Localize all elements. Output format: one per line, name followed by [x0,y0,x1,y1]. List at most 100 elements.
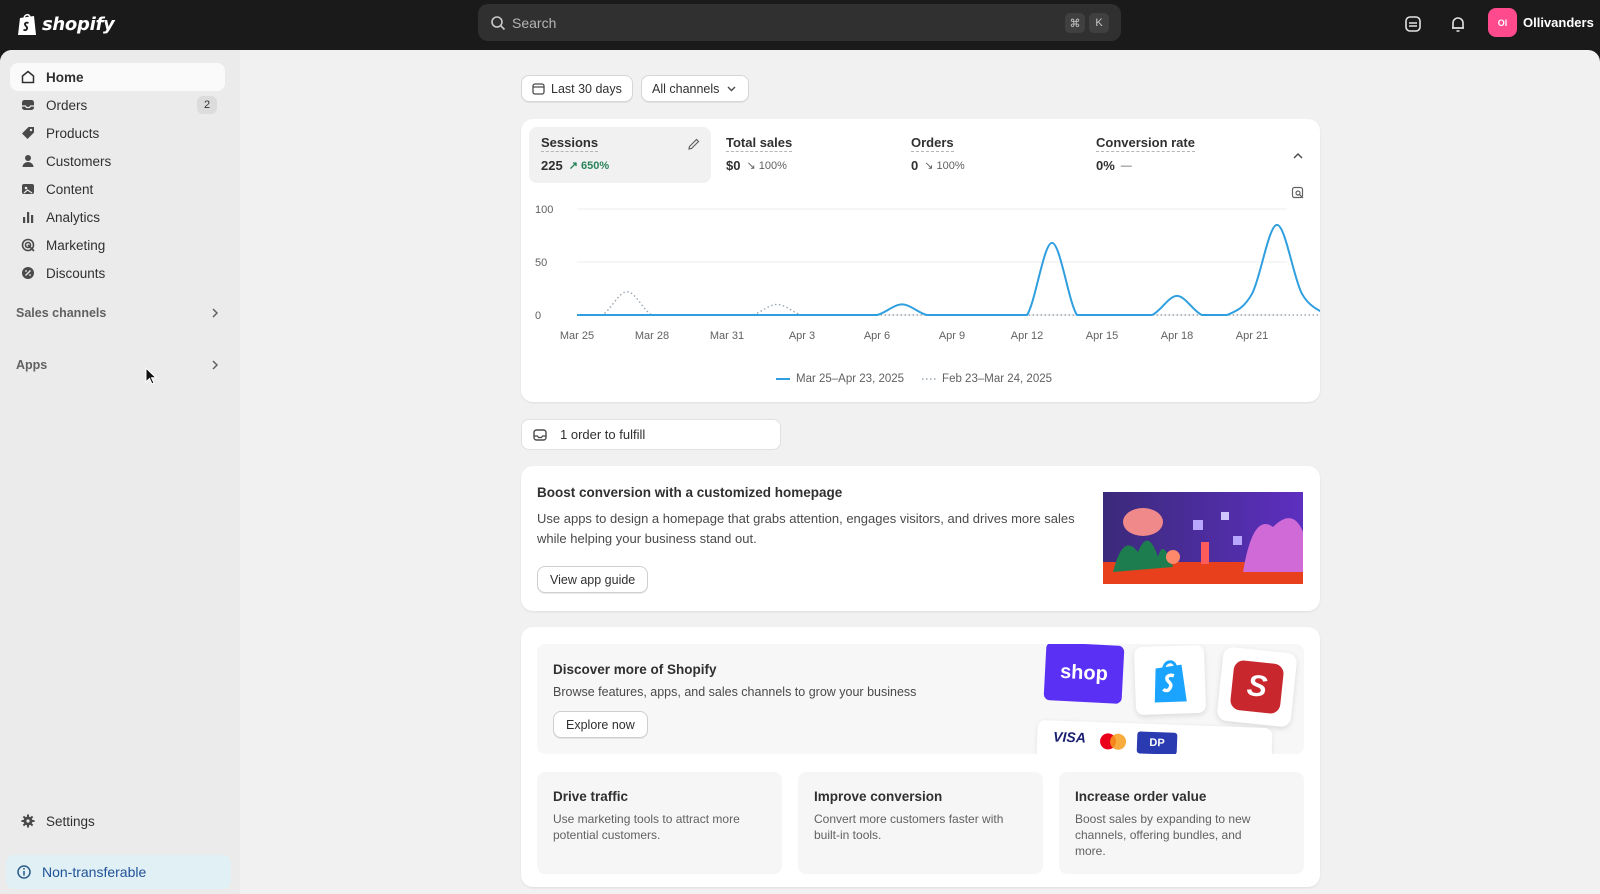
orders-to-fulfill-button[interactable]: 1 order to fulfill [521,419,781,450]
theme-store-icon[interactable] [1402,13,1424,35]
channels-label: All channels [652,81,720,96]
chevron-right-icon [212,308,219,318]
shopify-s-app-logo: S [1216,646,1298,728]
explore-now-button[interactable]: Explore now [553,711,648,738]
metric-total-sales[interactable]: Total sales $0 ↘ 100% [714,127,894,183]
main-content: Last 30 days All channels Sessions 225 ↗… [240,50,1600,894]
date-range-label: Last 30 days [551,81,622,96]
legend-dotted-swatch [922,378,937,380]
view-app-guide-button[interactable]: View app guide [537,566,649,593]
chart-legend: Mar 25–Apr 23, 2025 Feb 23–Mar 24, 2025 [776,373,1052,385]
metric-value: 0% [1096,158,1115,173]
bell-icon[interactable] [1447,13,1469,35]
boost-title: Boost conversion with a customized homep… [537,485,843,500]
section-label: Apps [16,358,48,372]
chart-search-icon[interactable] [1291,186,1305,200]
tile-body: Convert more customers faster with built… [814,812,1004,842]
sidebar-item-label: Home [46,69,84,85]
person-icon [22,155,34,167]
sidebar-item-label: Discounts [46,265,106,281]
improve-conversion-tile[interactable]: Improve conversion Convert more customer… [798,772,1043,874]
x-tick-label: Apr 21 [1236,330,1268,342]
shortcut-k-key: K [1089,13,1109,33]
search-placeholder: Search [512,14,557,31]
s-logo-icon: S [1229,659,1285,715]
sidebar-item-customers[interactable]: Customers [10,147,225,175]
card-logo: DP [1136,731,1178,754]
drive-traffic-tile[interactable]: Drive traffic Use marketing tools to att… [537,772,782,874]
orders-icon [22,100,34,110]
x-tick-label: Apr 6 [864,330,890,342]
discover-title: Discover more of Shopify [553,662,717,677]
search-input[interactable]: Search ⌘ K [478,4,1121,41]
metric-delta: — [1120,159,1132,172]
y-tick-label: 50 [535,257,547,269]
sidebar-item-settings[interactable]: Settings [10,807,225,835]
top-bar: shopify Search ⌘ K Ol Ollivanders [0,0,1600,50]
sidebar-section-apps[interactable]: Apps [16,353,221,377]
shopify-bag-icon [1154,660,1187,703]
sidebar-item-products[interactable]: Products [10,119,225,147]
metric-delta: ↗ 650% [568,160,610,172]
metric-label: Sessions [541,135,599,152]
bar-chart-icon [23,212,34,223]
sidebar-item-label: Customers [46,153,112,169]
store-menu[interactable]: Ol Ollivanders [1488,8,1594,37]
store-name: Ollivanders [1523,15,1594,30]
sidebar-item-home[interactable]: Home [10,63,225,91]
sidebar-item-label: Content [46,181,94,197]
pencil-icon[interactable] [687,137,701,151]
discover-shopify-card: Discover more of Shopify Browse features… [521,627,1320,887]
shopify-bag-icon [18,13,36,35]
admin-frame: Home Orders 2 Products Customers Content… [0,50,1600,894]
chevron-right-icon [212,360,219,370]
chevron-down-icon [727,86,736,92]
sidebar-section-sales-channels[interactable]: Sales channels [16,301,221,325]
sidebar-item-label: Marketing [46,237,106,253]
x-tick-label: Apr 3 [789,330,815,342]
non-transferable-banner[interactable]: Non-transferable [6,855,231,889]
tag-icon [22,127,34,139]
discover-body: Browse features, apps, and sales channel… [553,685,917,699]
tile-title: Drive traffic [553,789,629,804]
tile-body: Use marketing tools to attract more pote… [553,812,740,842]
x-tick-label: Mar 25 [560,330,594,342]
metric-value: 225 [541,158,563,173]
metric-label: Total sales [726,135,793,152]
sidebar-item-label: Products [46,125,100,141]
y-tick-label: 100 [535,204,553,216]
series-line-current[interactable] [576,223,1320,317]
chevron-up-icon[interactable] [1291,149,1305,163]
channels-dropdown[interactable]: All channels [641,75,750,102]
legend-previous-period: Feb 23–Mar 24, 2025 [942,373,1053,385]
home-icon [21,70,35,84]
tile-title: Improve conversion [814,789,943,804]
sidebar-item-discounts[interactable]: Discounts [10,259,225,287]
metric-sessions[interactable]: Sessions 225 ↗ 650% [529,127,711,183]
discount-icon [22,267,34,279]
series-line-previous[interactable] [576,290,1320,316]
metric-conversion-rate[interactable]: Conversion rate 0% — [1084,127,1264,183]
shop-app-logo: shop [1043,644,1125,705]
sidebar-item-content[interactable]: Content [10,175,225,203]
x-tick-label: Apr 9 [939,330,965,342]
sidebar-item-orders[interactable]: Orders 2 [10,91,225,119]
sidebar-item-marketing[interactable]: Marketing [10,231,225,259]
sidebar-item-analytics[interactable]: Analytics [10,203,225,231]
visa-logo: VISA [1052,728,1087,746]
metrics-chart-card: Sessions 225 ↗ 650% Total sales $0 ↘ 100… [521,119,1320,402]
section-label: Sales channels [16,306,107,320]
shopify-bag-logo [1133,644,1207,716]
x-tick-label: Apr 15 [1086,330,1118,342]
metric-orders[interactable]: Orders 0 ↘ 100% [899,127,1079,183]
sidebar: Home Orders 2 Products Customers Content… [0,50,240,894]
mastercard-logo [1100,733,1127,750]
x-tick-label: Mar 28 [635,330,669,342]
date-range-button[interactable]: Last 30 days [521,75,633,102]
homepage-illustration [1103,492,1303,584]
increase-order-value-tile[interactable]: Increase order value Boost sales by expa… [1059,772,1304,874]
boost-body: Use apps to design a homepage that grabs… [537,511,1075,546]
shop-logo-text: shop [1059,660,1109,685]
x-tick-label: Apr 12 [1011,330,1043,342]
shopify-logo[interactable]: shopify [16,11,115,37]
